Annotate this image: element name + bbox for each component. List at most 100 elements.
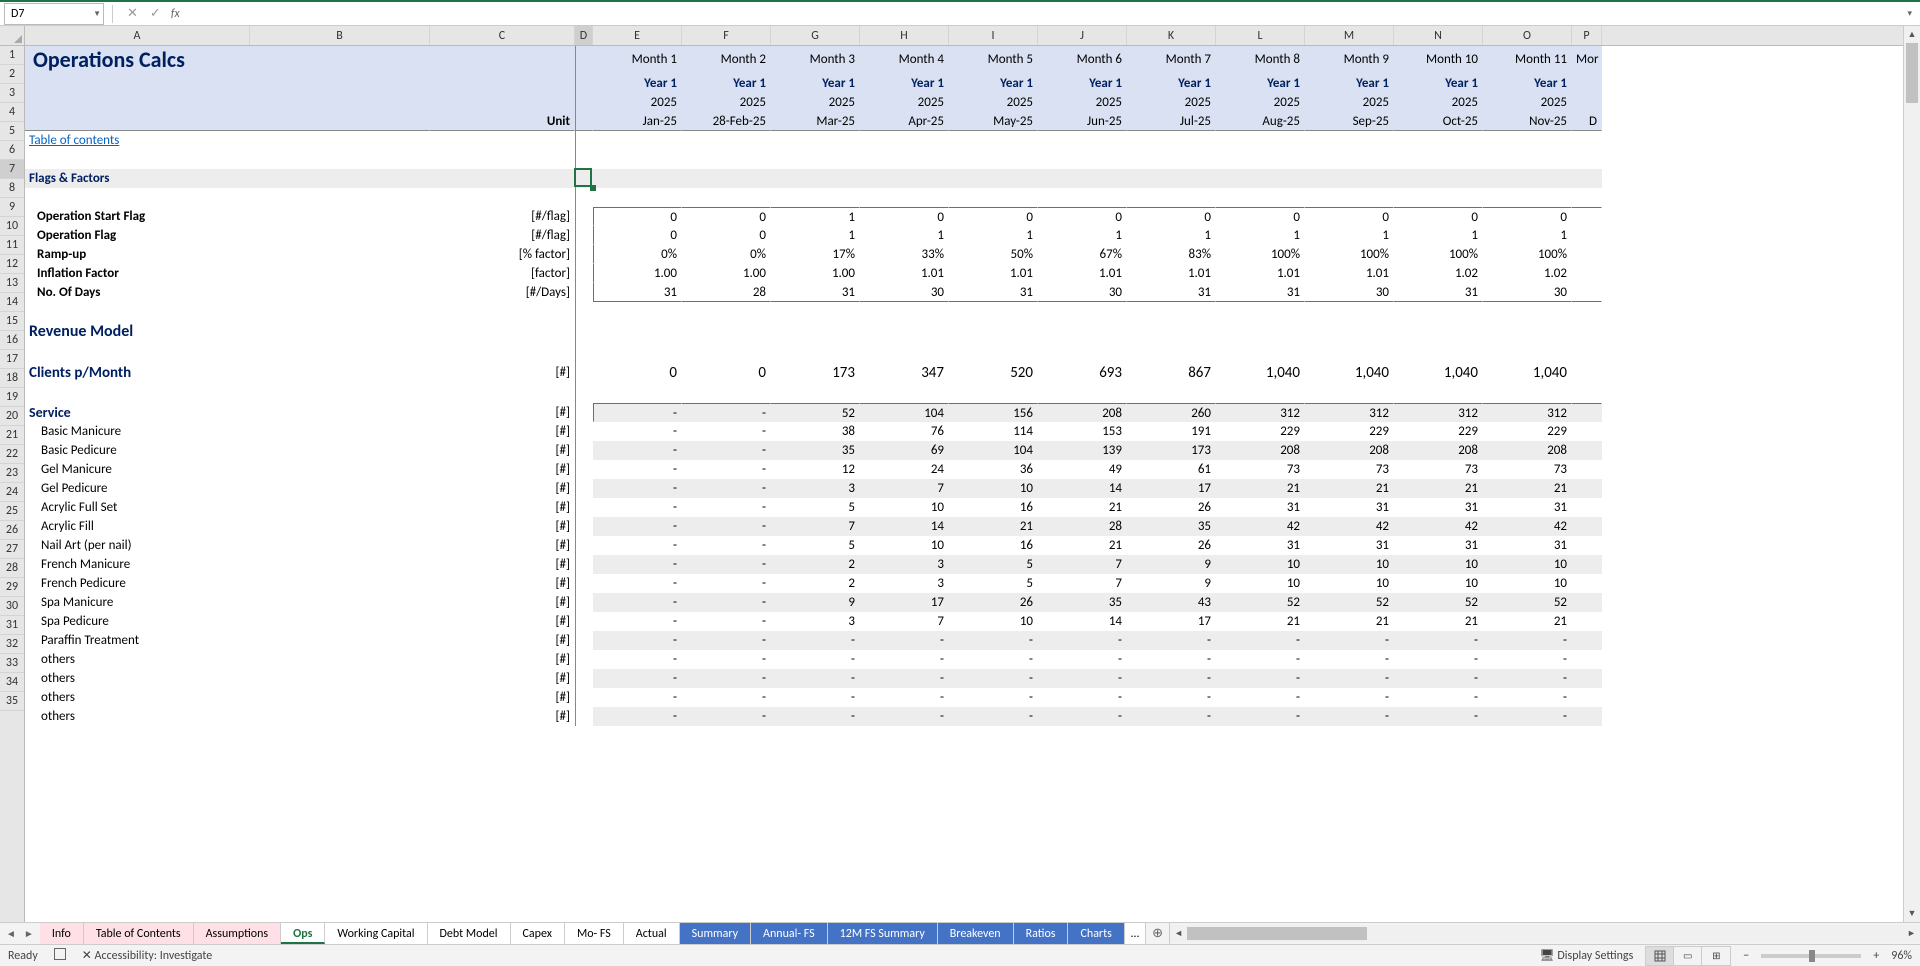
sheet-tab-charts[interactable]: Charts	[1068, 923, 1124, 944]
cell[interactable]: 5	[771, 498, 860, 517]
cell[interactable]	[1216, 169, 1305, 188]
cell[interactable]: 114	[949, 422, 1038, 441]
cell[interactable]: 2	[771, 555, 860, 574]
cell[interactable]: 5	[771, 536, 860, 555]
cell[interactable]	[860, 150, 949, 169]
sheet-tab-assumptions[interactable]: Assumptions	[194, 923, 281, 944]
cell[interactable]: [#]	[430, 593, 575, 612]
cell[interactable]: -	[593, 669, 682, 688]
cell[interactable]: Year 1	[593, 74, 682, 93]
cell[interactable]: [#]	[430, 362, 575, 384]
cell[interactable]	[860, 343, 949, 362]
cell[interactable]: [#]	[430, 631, 575, 650]
cell[interactable]: 43	[1127, 593, 1216, 612]
cell[interactable]: [#]	[430, 707, 575, 726]
cell[interactable]: 17	[860, 593, 949, 612]
row-header-32[interactable]: 32	[0, 635, 24, 654]
cell[interactable]: 1.01	[1038, 264, 1127, 283]
cell[interactable]	[250, 188, 430, 207]
cell[interactable]	[575, 498, 593, 517]
cell[interactable]	[1305, 321, 1394, 343]
cell[interactable]: -	[949, 707, 1038, 726]
zoom-level[interactable]: 96%	[1891, 949, 1912, 963]
cell[interactable]	[575, 536, 593, 555]
cell[interactable]: 10	[1216, 574, 1305, 593]
cell[interactable]: -	[593, 612, 682, 631]
zoom-slider[interactable]	[1761, 954, 1861, 958]
cell[interactable]: 28-Feb-25	[682, 112, 771, 131]
cell[interactable]	[949, 150, 1038, 169]
cell[interactable]: Basic Manicure	[25, 422, 430, 441]
cell[interactable]	[682, 169, 771, 188]
cell[interactable]: -	[1216, 631, 1305, 650]
cell[interactable]: -	[682, 422, 771, 441]
cell[interactable]: Sep-25	[1305, 112, 1394, 131]
cell[interactable]	[1216, 343, 1305, 362]
cell[interactable]: -	[682, 517, 771, 536]
cell[interactable]: -	[593, 650, 682, 669]
cell[interactable]: Year 1	[682, 74, 771, 93]
cell[interactable]: 42	[1305, 517, 1394, 536]
cell[interactable]	[1572, 245, 1602, 264]
cell[interactable]	[430, 321, 575, 343]
cell[interactable]	[1572, 441, 1602, 460]
cell[interactable]: [#]	[430, 536, 575, 555]
cell[interactable]: 50%	[949, 245, 1038, 264]
cell[interactable]: [#]	[430, 403, 575, 422]
cell[interactable]	[575, 479, 593, 498]
row-header-10[interactable]: 10	[0, 217, 24, 236]
cell[interactable]: [#/Days]	[430, 283, 575, 302]
cell[interactable]	[430, 302, 575, 321]
cell[interactable]: -	[593, 593, 682, 612]
cell[interactable]	[1394, 131, 1483, 150]
cell[interactable]: 30	[1305, 283, 1394, 302]
cell[interactable]: 156	[949, 403, 1038, 422]
row-header-15[interactable]: 15	[0, 312, 24, 331]
cell[interactable]: 36	[949, 460, 1038, 479]
cell[interactable]: French Pedicure	[25, 574, 430, 593]
cell[interactable]: No. Of Days	[25, 283, 430, 302]
cell[interactable]: -	[682, 707, 771, 726]
cell[interactable]: 100%	[1483, 245, 1572, 264]
cell[interactable]	[1572, 131, 1602, 150]
cell[interactable]: 0	[949, 207, 1038, 226]
cell[interactable]	[1572, 226, 1602, 245]
cell[interactable]: -	[949, 669, 1038, 688]
cell[interactable]	[682, 150, 771, 169]
cell[interactable]	[1572, 631, 1602, 650]
cell[interactable]: 0	[860, 207, 949, 226]
cell[interactable]	[1483, 131, 1572, 150]
cell[interactable]: 153	[1038, 422, 1127, 441]
cell[interactable]	[1127, 343, 1216, 362]
cell[interactable]: 21	[1305, 612, 1394, 631]
cell[interactable]	[593, 131, 682, 150]
cell[interactable]: 5	[949, 574, 1038, 593]
col-header-D[interactable]: D	[575, 26, 593, 45]
cell[interactable]	[1572, 264, 1602, 283]
cell[interactable]: -	[682, 688, 771, 707]
cell[interactable]: 2025	[771, 93, 860, 112]
cell[interactable]	[949, 131, 1038, 150]
scroll-left-icon[interactable]: ◄	[1170, 928, 1187, 939]
cell[interactable]: 10	[949, 612, 1038, 631]
zoom-knob[interactable]	[1809, 950, 1815, 962]
cell[interactable]: 0	[1483, 207, 1572, 226]
cell[interactable]	[1394, 302, 1483, 321]
cell[interactable]: 14	[1038, 479, 1127, 498]
cell[interactable]: Service	[25, 403, 430, 422]
sheet-tab-working-capital[interactable]: Working Capital	[325, 923, 427, 944]
tab-nav-next-icon[interactable]: ►	[24, 927, 34, 940]
row-header-22[interactable]: 22	[0, 445, 24, 464]
cell[interactable]: [#]	[430, 555, 575, 574]
formula-input[interactable]	[184, 3, 1900, 25]
cell[interactable]: Ramp-up	[25, 245, 430, 264]
cell[interactable]: -	[593, 422, 682, 441]
cell[interactable]: 2025	[593, 93, 682, 112]
cell[interactable]: 0	[682, 362, 771, 384]
col-header-K[interactable]: K	[1127, 26, 1216, 45]
cell[interactable]: 0	[1305, 207, 1394, 226]
cell[interactable]	[1572, 362, 1602, 384]
cell[interactable]	[1127, 188, 1216, 207]
cell[interactable]	[1572, 650, 1602, 669]
cell[interactable]	[250, 384, 430, 403]
